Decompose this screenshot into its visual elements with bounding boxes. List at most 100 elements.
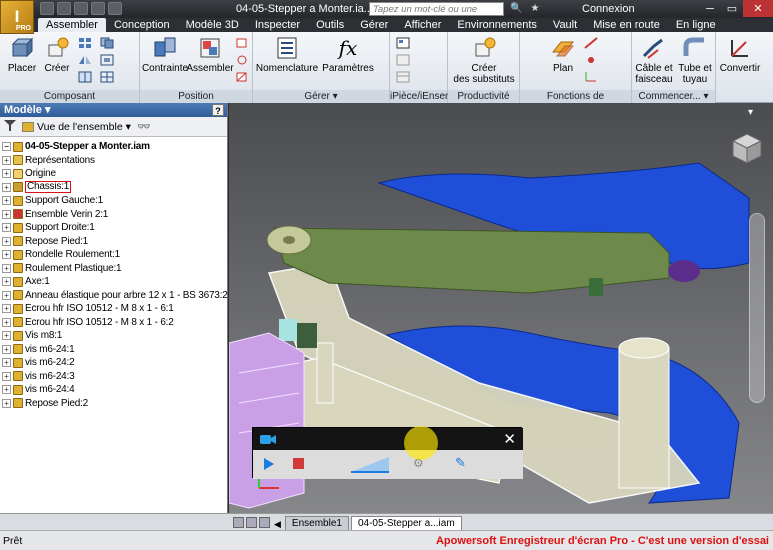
expand-icon[interactable]: − bbox=[2, 142, 11, 152]
close-icon[interactable]: ✕ bbox=[743, 0, 773, 17]
expand-icon[interactable]: + bbox=[2, 398, 11, 408]
tree-item[interactable]: + Support Droite:1 bbox=[2, 221, 227, 235]
recorder-close-icon[interactable]: ✕ bbox=[503, 430, 516, 448]
stop-icon[interactable] bbox=[293, 458, 304, 469]
view-selector[interactable]: Vue de l'ensemble ▾ bbox=[22, 121, 131, 133]
close-viewport-icon[interactable]: ▾ bbox=[748, 107, 753, 118]
tree-item[interactable]: + Anneau élastique pour arbre 12 x 1 - BS… bbox=[2, 289, 228, 303]
expand-icon[interactable]: + bbox=[2, 209, 11, 219]
expand-icon[interactable]: + bbox=[2, 304, 11, 314]
expand-icon[interactable]: + bbox=[2, 236, 11, 246]
expand-icon[interactable]: + bbox=[2, 169, 11, 179]
parametres-button[interactable]: fx Paramètres bbox=[319, 36, 377, 74]
axis-icon[interactable] bbox=[584, 37, 598, 49]
shrinkwrap-icon[interactable] bbox=[100, 54, 114, 66]
creer-button[interactable]: Créer bbox=[42, 36, 72, 74]
ipart-icon[interactable] bbox=[396, 37, 410, 49]
tab-mod-le-3d[interactable]: Modèle 3D bbox=[178, 18, 247, 32]
tree-item[interactable]: + vis m6-24:1 bbox=[2, 343, 227, 357]
expand-icon[interactable]: + bbox=[2, 196, 11, 206]
maximize-icon[interactable]: ▭ bbox=[721, 0, 743, 17]
expand-icon[interactable]: + bbox=[2, 155, 11, 165]
undo-icon[interactable] bbox=[91, 2, 105, 15]
tree-item[interactable]: + Repose Pied:2 bbox=[2, 397, 227, 411]
expand-icon[interactable]: + bbox=[2, 371, 11, 381]
expand-icon[interactable]: + bbox=[2, 182, 11, 192]
redo-icon[interactable] bbox=[108, 2, 122, 15]
arrange-icon[interactable] bbox=[259, 517, 270, 528]
expand-icon[interactable]: + bbox=[2, 317, 11, 327]
tree-item[interactable]: + Ecrou hfr ISO 10512 - M 8 x 1 - 6:1 bbox=[2, 302, 227, 316]
ucs-icon[interactable] bbox=[584, 71, 598, 83]
point-icon[interactable] bbox=[584, 54, 598, 66]
tree-item[interactable]: + Support Gauche:1 bbox=[2, 194, 227, 208]
tab-vault[interactable]: Vault bbox=[545, 18, 585, 32]
table-icon[interactable] bbox=[396, 71, 410, 83]
viewcube[interactable] bbox=[727, 131, 763, 165]
expand-icon[interactable]: + bbox=[2, 223, 11, 233]
grid-icon[interactable] bbox=[100, 71, 114, 83]
minimize-icon[interactable]: ─ bbox=[699, 0, 721, 17]
connexion-link[interactable]: Connexion bbox=[582, 3, 635, 15]
search-input[interactable]: Tapez un mot-clé ou une expression bbox=[369, 2, 504, 29]
tile-icon[interactable] bbox=[233, 517, 244, 528]
tree-item[interactable]: + Vis m8:1 bbox=[2, 329, 227, 343]
expand-icon[interactable]: + bbox=[2, 344, 11, 354]
play-icon[interactable] bbox=[263, 457, 275, 474]
pattern-icon[interactable] bbox=[78, 37, 92, 49]
expand-icon[interactable]: + bbox=[2, 385, 11, 395]
tab-outils[interactable]: Outils bbox=[308, 18, 352, 32]
tab-g-rer[interactable]: Gérer bbox=[352, 18, 396, 32]
tube-tuyau-button[interactable]: Tube et tuyau bbox=[676, 36, 714, 85]
tab-environnements[interactable]: Environnements bbox=[449, 18, 545, 32]
tab-mise-en-route[interactable]: Mise en route bbox=[585, 18, 668, 32]
tabs-left-icon[interactable]: ◀ bbox=[274, 519, 281, 530]
cable-faisceau-button[interactable]: Câble et faisceau bbox=[634, 36, 674, 85]
tree-item[interactable]: + Ensemble Verin 2:1 bbox=[2, 208, 227, 222]
placer-button[interactable]: Placer bbox=[6, 36, 38, 74]
document-tab[interactable]: Ensemble1 bbox=[284, 516, 349, 530]
tree-item[interactable]: + vis m6-24:3 bbox=[2, 370, 227, 384]
browser-header[interactable]: Modèle ▾ ? bbox=[0, 103, 227, 117]
frame-icon[interactable] bbox=[78, 71, 92, 83]
tab-assembler[interactable]: Assembler bbox=[38, 18, 106, 32]
grip-icon[interactable] bbox=[235, 71, 249, 83]
tab-afficher[interactable]: Afficher bbox=[396, 18, 449, 32]
expand-icon[interactable]: + bbox=[2, 331, 11, 341]
open-icon[interactable] bbox=[57, 2, 71, 15]
move-icon[interactable] bbox=[235, 37, 249, 49]
expand-icon[interactable]: + bbox=[2, 277, 11, 287]
nomenclature-button[interactable]: Nomenclature bbox=[256, 36, 318, 74]
expand-icon[interactable]: + bbox=[2, 290, 11, 300]
plan-button[interactable]: Plan bbox=[548, 36, 578, 74]
help-icon[interactable]: ? bbox=[212, 104, 224, 116]
tree-item[interactable]: + vis m6-24:4 bbox=[2, 383, 227, 397]
tab-inspecter[interactable]: Inspecter bbox=[247, 18, 308, 32]
tree-item[interactable]: + Roulement Plastique:1 bbox=[2, 262, 227, 276]
document-tab[interactable]: 04-05-Stepper a...iam bbox=[350, 516, 462, 530]
rotate-icon[interactable] bbox=[235, 54, 249, 66]
volume-slider[interactable] bbox=[351, 455, 391, 476]
tree-item[interactable]: + Ecrou hfr ISO 10512 - M 8 x 1 - 6:2 bbox=[2, 316, 227, 330]
star-icon[interactable]: ★ bbox=[530, 3, 539, 14]
expand-icon[interactable]: + bbox=[2, 250, 11, 260]
tree-item[interactable]: + Chassis:1 bbox=[2, 181, 227, 195]
iassembly-icon[interactable] bbox=[396, 54, 410, 66]
tree-item[interactable]: + Origine bbox=[2, 167, 227, 181]
expand-icon[interactable]: + bbox=[2, 358, 11, 368]
mirror-icon[interactable] bbox=[78, 54, 92, 66]
filter-icon[interactable] bbox=[4, 119, 16, 134]
save-icon[interactable] bbox=[74, 2, 88, 15]
new-icon[interactable] bbox=[40, 2, 54, 15]
tree-item[interactable]: + Axe:1 bbox=[2, 275, 227, 289]
tree-item[interactable]: + Repose Pied:1 bbox=[2, 235, 227, 249]
tree-item[interactable]: + Représentations bbox=[2, 154, 227, 168]
search-icon[interactable]: 🔍 bbox=[510, 3, 522, 14]
tab-conception[interactable]: Conception bbox=[106, 18, 178, 32]
tree-item[interactable]: + Rondelle Roulement:1 bbox=[2, 248, 227, 262]
expand-icon[interactable]: + bbox=[2, 263, 11, 273]
cascade-icon[interactable] bbox=[246, 517, 257, 528]
creer-substituts-button[interactable]: Créer des substituts bbox=[452, 36, 516, 85]
app-logo[interactable]: I PRO bbox=[0, 0, 34, 34]
contrainte-button[interactable]: Contrainte bbox=[142, 36, 188, 74]
